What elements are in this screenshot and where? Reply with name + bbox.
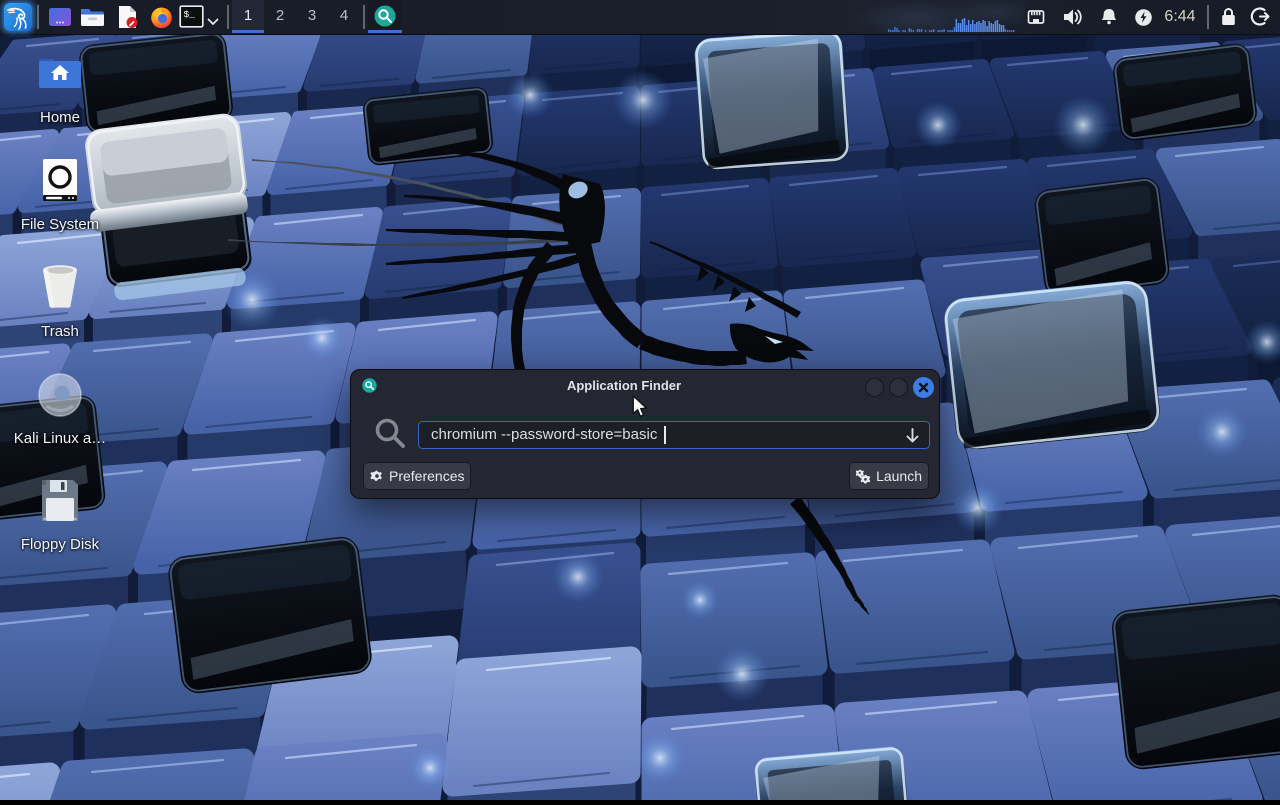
svg-text:$_: $_ [184, 9, 196, 20]
